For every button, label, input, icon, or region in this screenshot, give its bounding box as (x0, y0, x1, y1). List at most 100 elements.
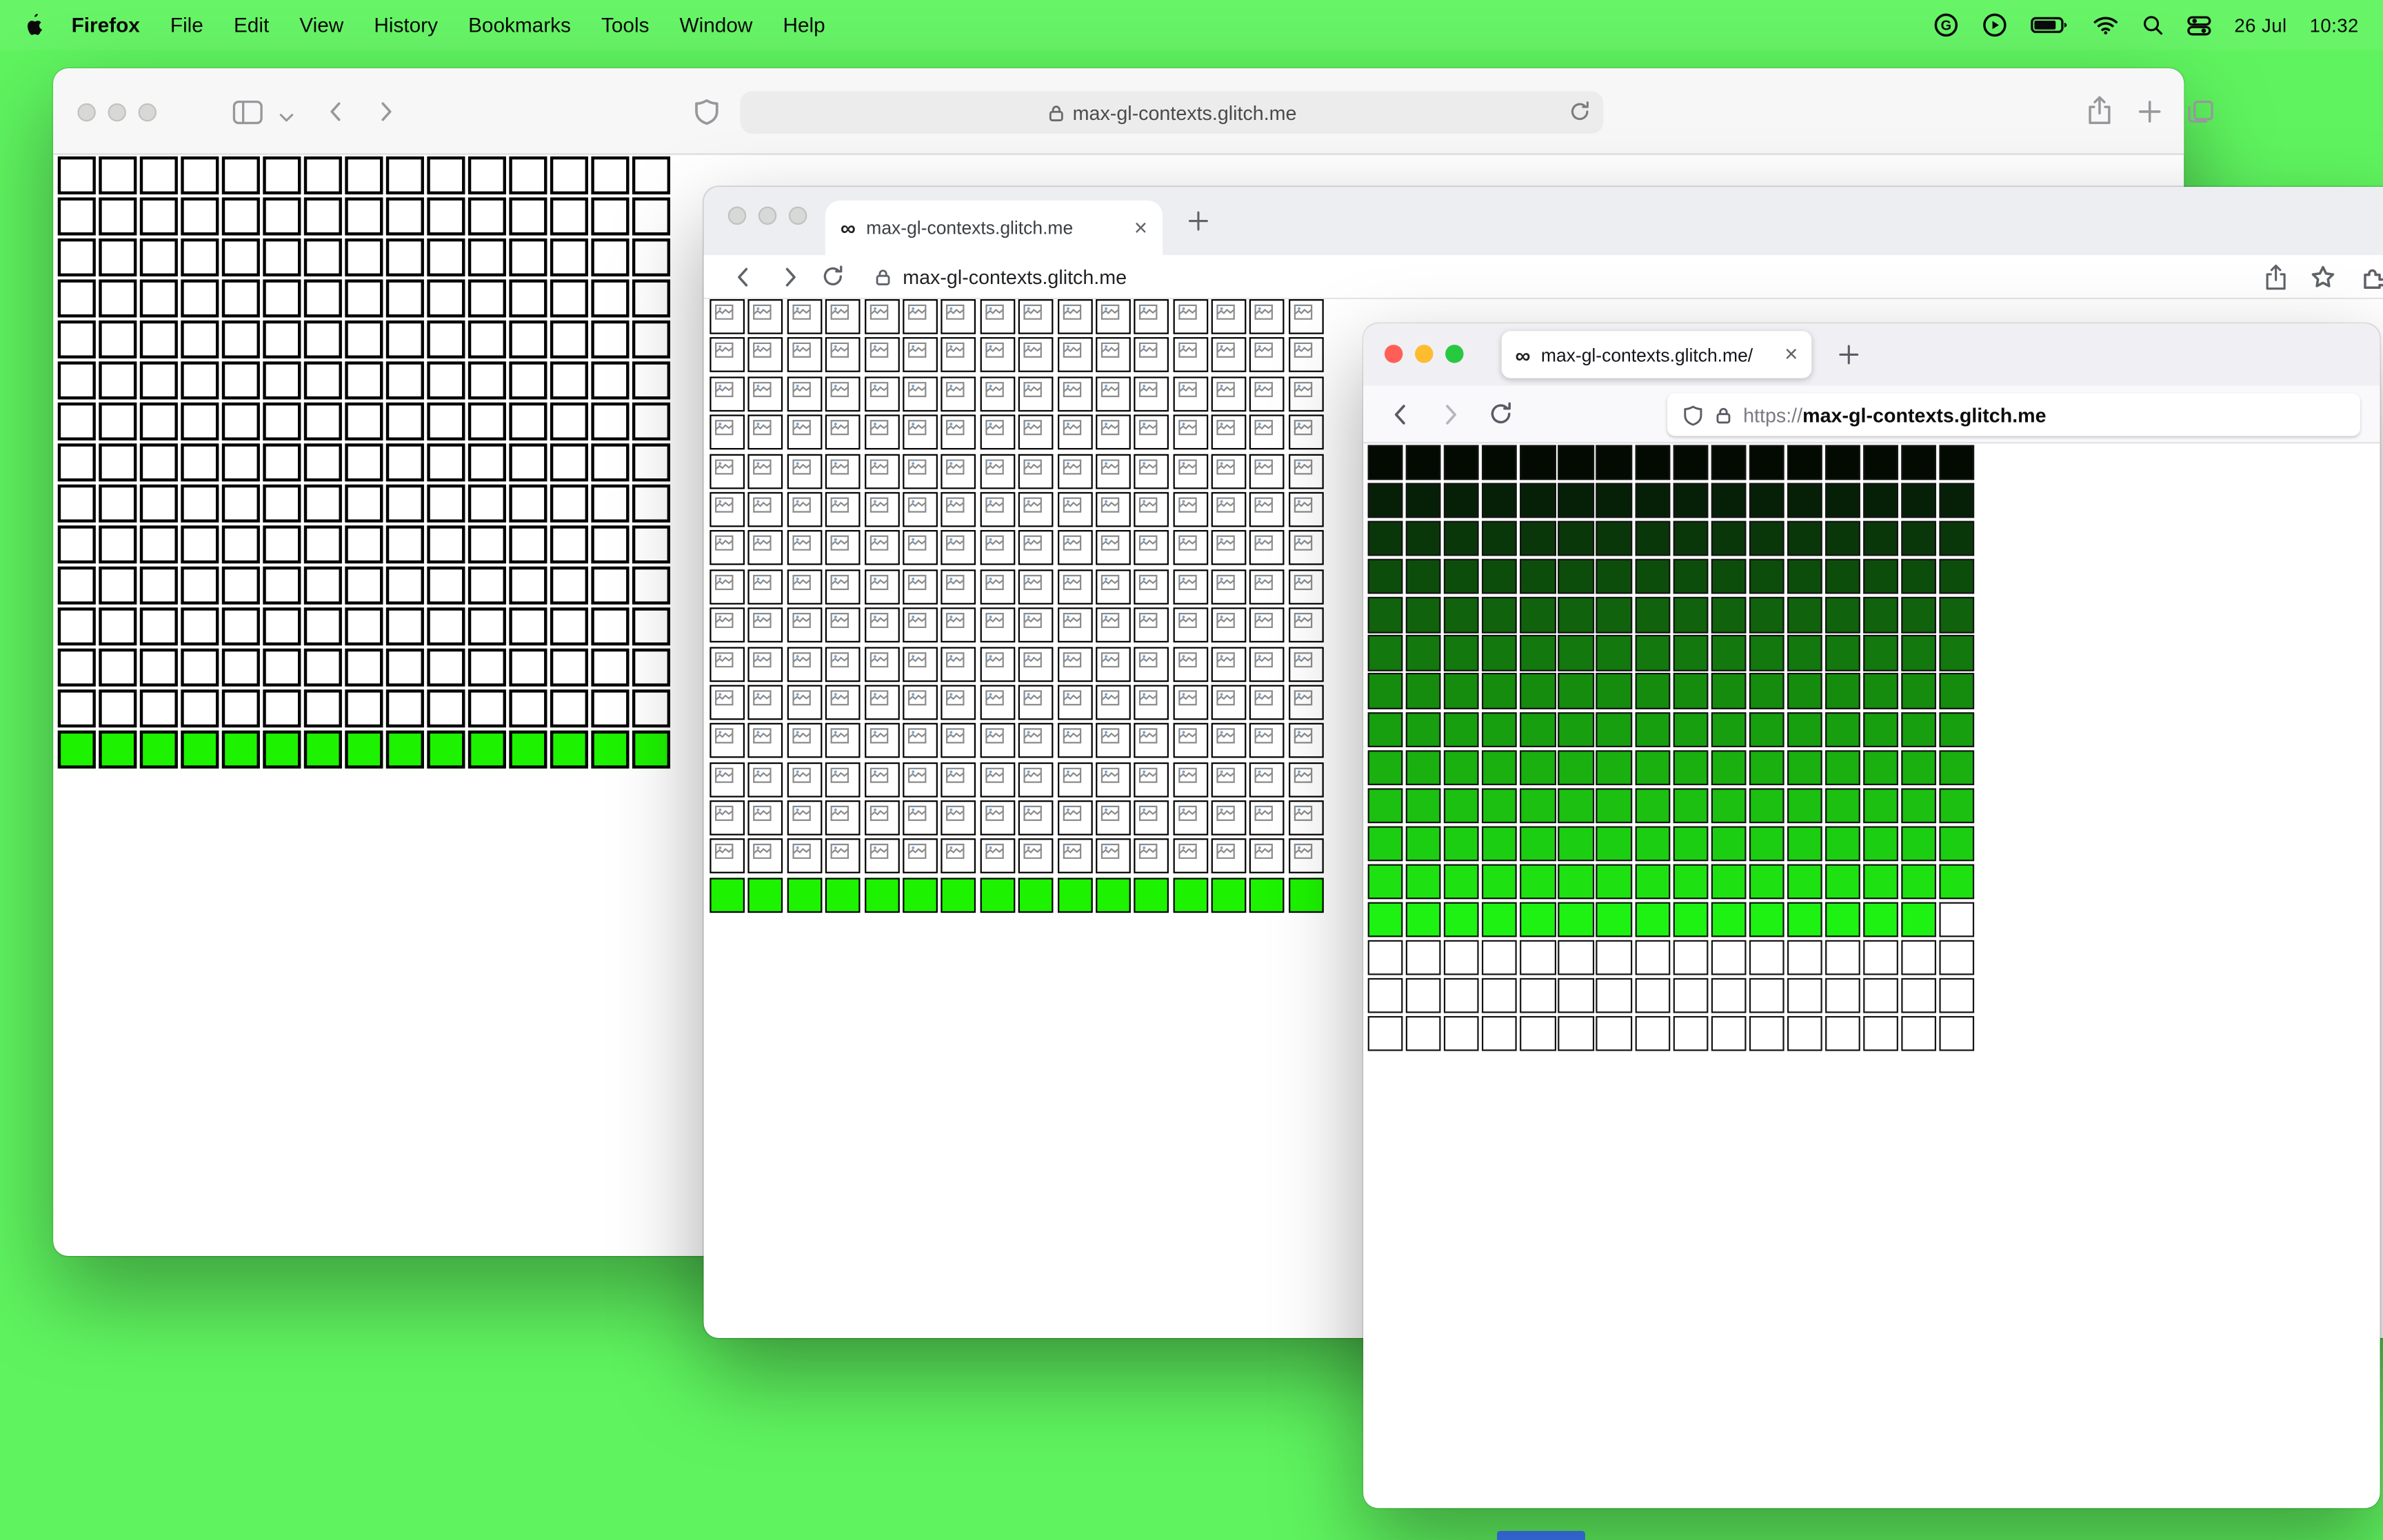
gl-canvas-cell (1939, 749, 1975, 785)
gl-canvas-cell (1367, 559, 1403, 595)
zoom-window-button[interactable] (138, 103, 157, 122)
tab-max-gl-contexts[interactable]: ∞ max-gl-contexts.glitch.me/ × (1501, 331, 1812, 378)
new-tab-icon[interactable] (1838, 343, 1860, 366)
gl-canvas-cell (1672, 826, 1708, 862)
minimize-window-button[interactable] (1415, 345, 1434, 363)
gl-canvas-cell (1056, 376, 1092, 412)
address-bar[interactable]: max-gl-contexts.glitch.me (740, 91, 1604, 134)
window-controls[interactable] (77, 103, 157, 122)
gl-canvas-cell (1824, 826, 1861, 862)
back-icon[interactable] (1387, 401, 1415, 429)
broken-image-icon (1023, 381, 1043, 397)
close-window-button[interactable] (77, 103, 96, 122)
forward-icon[interactable] (1436, 401, 1464, 429)
tab-overview-icon[interactable] (2187, 99, 2215, 124)
menu-history[interactable]: History (359, 14, 453, 37)
gl-canvas-cell (467, 689, 506, 728)
window-controls[interactable] (1384, 345, 1464, 363)
bookmark-star-icon[interactable] (2310, 264, 2335, 290)
gl-canvas-cell (263, 525, 301, 564)
chevron-down-icon[interactable] (276, 108, 296, 128)
gl-canvas-cell (467, 238, 506, 276)
gl-canvas-cell (1711, 1016, 1747, 1052)
menu-bar-date[interactable]: 26 Jul (2234, 14, 2286, 36)
back-icon[interactable] (731, 264, 756, 290)
broken-image-icon (907, 613, 927, 629)
gl-canvas-cell (1901, 864, 1937, 900)
broken-image-icon (946, 497, 965, 513)
minimize-window-button[interactable] (108, 103, 126, 122)
grammarly-g-icon[interactable]: G (1933, 12, 1959, 38)
share-icon[interactable] (2263, 263, 2289, 292)
minimize-window-button[interactable] (758, 206, 777, 225)
tab-max-gl-contexts[interactable]: ∞ max-gl-contexts.glitch.me × (825, 200, 1163, 256)
close-window-button[interactable] (727, 206, 747, 225)
menu-help[interactable]: Help (767, 14, 840, 37)
broken-image-icon (830, 536, 849, 551)
address-bar[interactable]: https://max-gl-contexts.glitch.me (1667, 393, 2360, 436)
gl-canvas-cell (57, 689, 96, 728)
zoom-window-button[interactable] (788, 206, 807, 225)
broken-image-icon (1255, 497, 1274, 513)
close-tab-icon[interactable]: × (1134, 216, 1147, 239)
close-tab-icon[interactable]: × (1784, 343, 1798, 366)
gl-canvas-cell (1672, 1016, 1708, 1052)
broken-image-icon (753, 844, 772, 860)
menu-window[interactable]: Window (665, 14, 768, 37)
menu-tools[interactable]: Tools (586, 14, 665, 37)
reload-icon[interactable] (1488, 401, 1514, 427)
broken-image-icon (715, 613, 734, 629)
gl-canvas-cell (57, 484, 96, 523)
lock-icon[interactable] (1714, 405, 1732, 425)
gl-canvas-cell (903, 607, 938, 643)
battery-icon[interactable] (2031, 15, 2070, 35)
tracking-shield-icon[interactable] (1682, 403, 1704, 426)
menu-edit[interactable]: Edit (219, 14, 284, 37)
gl-canvas-cell (99, 238, 137, 276)
gl-canvas-cell (1672, 978, 1708, 1014)
broken-image-icon (907, 651, 927, 667)
apple-menu-icon[interactable] (21, 12, 44, 38)
menu-file[interactable]: File (155, 14, 219, 37)
menu-bookmarks[interactable]: Bookmarks (453, 14, 586, 37)
broken-image-icon (1216, 613, 1236, 629)
tab-strip: ∞ max-gl-contexts.glitch.me × (703, 186, 2383, 256)
gl-canvas-cell (1901, 673, 1937, 709)
gl-canvas-cell (1482, 559, 1518, 595)
menu-view[interactable]: View (284, 14, 359, 37)
gl-canvas-cell (980, 492, 1015, 527)
desktop: Firefox File Edit View History Bookmarks Tools… (0, 0, 2383, 1540)
extensions-puzzle-icon[interactable] (2360, 264, 2383, 290)
gl-canvas-cell (1018, 839, 1054, 874)
reload-icon[interactable] (821, 264, 845, 288)
menu-bar-clock[interactable]: 10:32 (2310, 14, 2359, 36)
gl-canvas-cell (1482, 864, 1518, 900)
broken-image-icon (1139, 767, 1158, 783)
window-controls[interactable] (727, 206, 807, 225)
reload-icon[interactable] (1569, 100, 1591, 123)
broken-image-icon (792, 805, 811, 822)
gl-canvas-cell (99, 443, 137, 482)
back-icon[interactable] (323, 99, 349, 124)
forward-icon[interactable] (776, 264, 802, 290)
control-center-icon[interactable] (2187, 13, 2211, 37)
broken-image-icon (1216, 729, 1236, 744)
zoom-window-button[interactable] (1445, 345, 1464, 363)
new-tab-icon[interactable] (1187, 210, 1209, 232)
new-tab-icon[interactable] (2137, 99, 2162, 124)
gl-canvas-cell (1018, 337, 1054, 373)
close-window-button[interactable] (1384, 345, 1403, 363)
tab-title: max-gl-contexts.glitch.me (866, 217, 1074, 239)
gl-canvas-cell (632, 320, 671, 358)
play-circle-icon[interactable] (1982, 12, 2007, 38)
gl-canvas-cell (1749, 711, 1784, 747)
spotlight-search-icon[interactable] (2142, 14, 2164, 37)
privacy-shield-icon[interactable] (693, 97, 721, 126)
wifi-icon[interactable] (2093, 15, 2118, 35)
forward-icon[interactable] (372, 99, 398, 124)
gl-canvas-cell (787, 530, 822, 566)
share-icon[interactable] (2085, 94, 2114, 126)
address-bar[interactable]: max-gl-contexts.glitch.me (874, 255, 1127, 299)
menu-firefox[interactable]: Firefox (57, 14, 155, 37)
sidebar-toggle-icon[interactable] (232, 99, 263, 126)
